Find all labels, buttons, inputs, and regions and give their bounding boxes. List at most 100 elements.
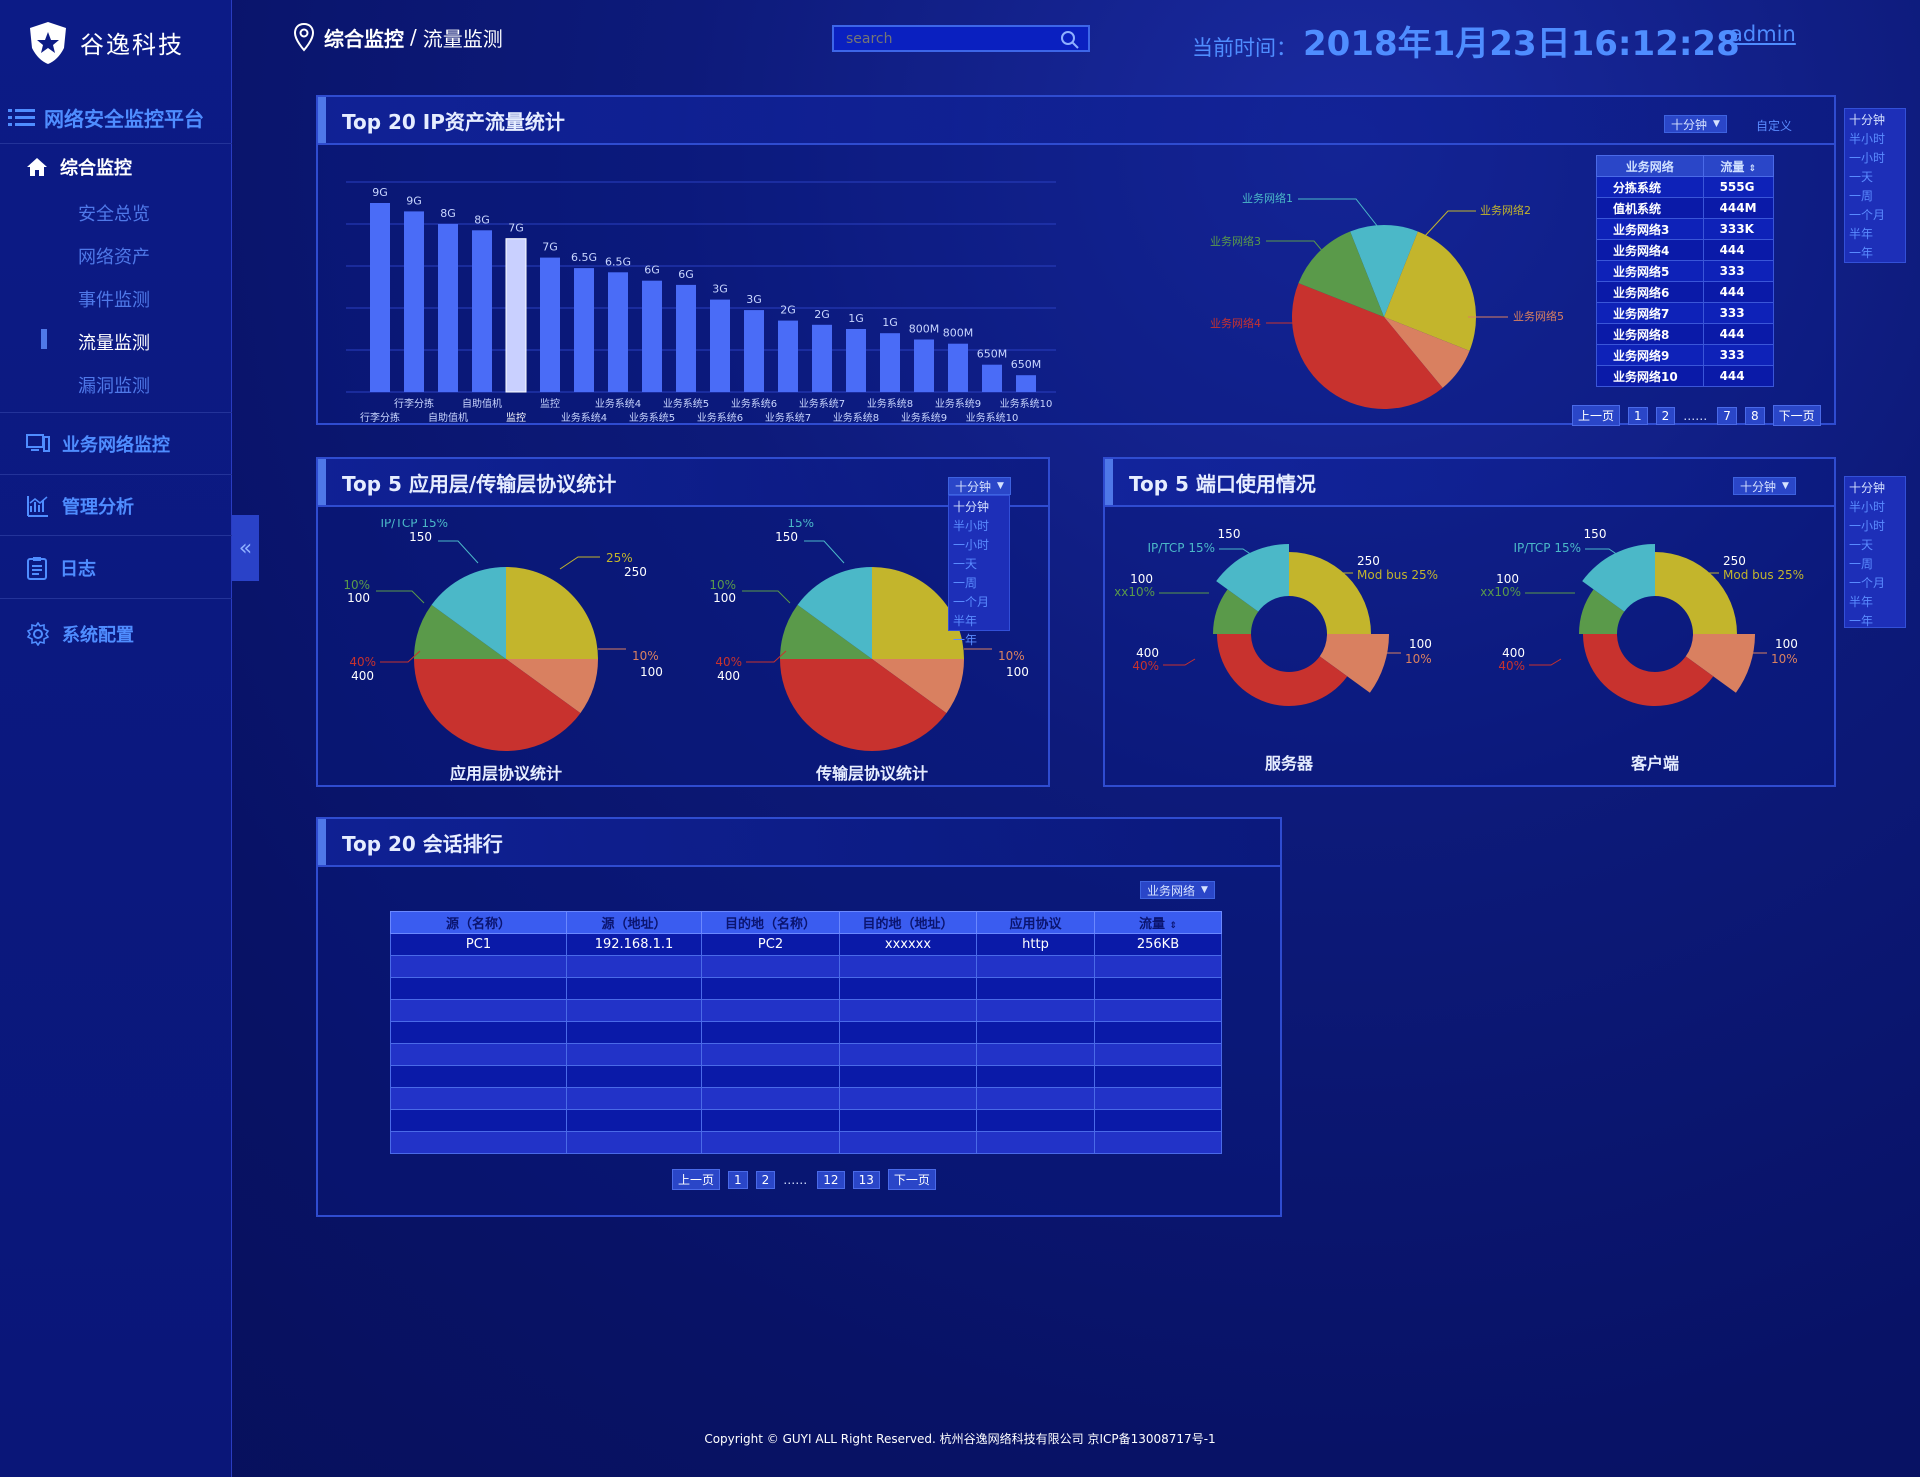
- brand-logo[interactable]: 谷逸科技: [24, 18, 184, 66]
- bar[interactable]: [404, 211, 424, 392]
- bar[interactable]: [574, 268, 594, 392]
- time-range-option[interactable]: 十分钟: [953, 498, 1005, 517]
- search-input[interactable]: [846, 30, 1046, 47]
- bar[interactable]: [880, 333, 900, 392]
- nav-section-analysis[interactable]: 管理分析: [0, 490, 232, 522]
- bar[interactable]: [914, 339, 934, 393]
- nav-item-network-assets[interactable]: 网络资产: [78, 243, 150, 269]
- search-icon[interactable]: [1060, 30, 1080, 50]
- bar[interactable]: [948, 343, 968, 392]
- time-range-option[interactable]: 一天: [1849, 536, 1901, 555]
- table-row[interactable]: [390, 1065, 1222, 1088]
- nav-section-system-config[interactable]: 系统配置: [0, 618, 232, 650]
- table-row[interactable]: 值机系统 444M: [1596, 197, 1775, 219]
- nav-item-event-monitor[interactable]: 事件监测: [78, 286, 150, 312]
- table-row[interactable]: 业务网络5 333: [1596, 260, 1775, 282]
- platform-title[interactable]: 网络安全监控平台: [0, 92, 232, 144]
- bar[interactable]: [812, 324, 832, 392]
- column-header[interactable]: 源（名称）: [390, 911, 567, 934]
- time-range-option[interactable]: 半年: [953, 612, 1005, 631]
- time-range-dropdown[interactable]: 十分钟 ▼: [1664, 115, 1727, 133]
- table-row[interactable]: [390, 1087, 1222, 1110]
- time-range-option[interactable]: 一个月: [1849, 574, 1901, 593]
- table-row[interactable]: 业务网络10 444: [1596, 365, 1775, 387]
- page-button[interactable]: 2: [755, 1170, 776, 1189]
- bar[interactable]: [370, 203, 390, 392]
- page-button[interactable]: 7: [1717, 406, 1737, 425]
- time-range-option[interactable]: 半年: [1849, 225, 1901, 244]
- table-row[interactable]: [390, 1021, 1222, 1044]
- nav-section-business-network[interactable]: 业务网络监控: [0, 428, 232, 460]
- page-button[interactable]: 1: [728, 1170, 748, 1189]
- next-page-button[interactable]: 下一页: [887, 1169, 936, 1190]
- bar[interactable]: [472, 230, 492, 392]
- custom-range-link[interactable]: 自定义: [1756, 117, 1792, 134]
- table-row[interactable]: 业务网络7 333: [1596, 302, 1775, 324]
- breadcrumb-parent[interactable]: 综合监控: [324, 23, 404, 52]
- page-button[interactable]: 1: [1628, 406, 1648, 425]
- table-row[interactable]: [390, 1131, 1222, 1154]
- column-header[interactable]: 源（地址）: [566, 911, 702, 934]
- prev-page-button[interactable]: 上一页: [1572, 405, 1621, 426]
- time-range-option[interactable]: 半小时: [1849, 498, 1901, 517]
- bar[interactable]: [744, 310, 764, 392]
- bar[interactable]: [778, 320, 798, 392]
- table-row[interactable]: 业务网络6 444: [1596, 281, 1775, 303]
- pie-slice[interactable]: [506, 567, 598, 659]
- table-row[interactable]: 业务网络8 444: [1596, 323, 1775, 345]
- time-range-option[interactable]: 一天: [1849, 168, 1901, 187]
- user-link[interactable]: admin: [1730, 22, 1796, 46]
- time-range-option[interactable]: 一年: [953, 631, 1005, 650]
- page-button[interactable]: 8: [1744, 406, 1765, 425]
- business-network-dropdown[interactable]: 业务网络 ▼: [1140, 881, 1215, 899]
- table-row[interactable]: 业务网络3 333K: [1596, 218, 1775, 240]
- column-header-sortable[interactable]: 流量 ⇕: [1094, 911, 1222, 934]
- nav-section-overview[interactable]: 综合监控: [0, 152, 232, 182]
- time-range-option[interactable]: 一年: [1849, 612, 1901, 631]
- table-row[interactable]: 业务网络4 444: [1596, 239, 1775, 261]
- table-row[interactable]: PC1 192.168.1.1 PC2 xxxxxx http 256KB: [390, 933, 1222, 956]
- time-range-option[interactable]: 一周: [1849, 187, 1901, 206]
- bar[interactable]: [982, 364, 1002, 392]
- bar[interactable]: [676, 284, 696, 392]
- bar[interactable]: [846, 329, 866, 392]
- time-range-option[interactable]: 半小时: [953, 517, 1005, 536]
- nav-item-traffic-monitor[interactable]: 流量监测: [78, 329, 150, 355]
- bar[interactable]: [540, 257, 560, 392]
- table-row[interactable]: 业务网络9 333: [1596, 344, 1775, 366]
- table-row[interactable]: [390, 999, 1222, 1022]
- time-range-option[interactable]: 一天: [953, 555, 1005, 574]
- time-range-option[interactable]: 十分钟: [1849, 479, 1901, 498]
- bar[interactable]: [438, 224, 458, 392]
- page-button[interactable]: 12: [817, 1170, 845, 1189]
- column-header-sortable[interactable]: 流量 ⇕: [1702, 155, 1775, 177]
- bar[interactable]: [642, 280, 662, 392]
- bar[interactable]: [710, 299, 730, 392]
- column-header[interactable]: 业务网络: [1596, 155, 1704, 177]
- page-button[interactable]: 2: [1655, 406, 1676, 425]
- time-range-dropdown[interactable]: 十分钟 ▼: [1733, 477, 1796, 495]
- time-range-option[interactable]: 一周: [1849, 555, 1901, 574]
- page-button[interactable]: 13: [852, 1170, 880, 1189]
- column-header[interactable]: 应用协议: [976, 911, 1095, 934]
- time-range-option[interactable]: 一小时: [1849, 517, 1901, 536]
- bar[interactable]: [1016, 375, 1036, 392]
- time-range-option[interactable]: 一小时: [1849, 149, 1901, 168]
- time-range-option[interactable]: 一周: [953, 574, 1005, 593]
- nav-item-security-overview[interactable]: 安全总览: [78, 200, 150, 226]
- time-range-option[interactable]: 一年: [1849, 244, 1901, 263]
- time-range-option[interactable]: 半年: [1849, 593, 1901, 612]
- time-range-option[interactable]: 一个月: [1849, 206, 1901, 225]
- column-header[interactable]: 目的地（地址）: [839, 911, 977, 934]
- time-range-option[interactable]: 半小时: [1849, 130, 1901, 149]
- table-row[interactable]: 分拣系统 555G: [1596, 176, 1775, 198]
- time-range-option[interactable]: 一个月: [953, 593, 1005, 612]
- prev-page-button[interactable]: 上一页: [672, 1169, 721, 1190]
- time-range-option[interactable]: 十分钟: [1849, 111, 1901, 130]
- nav-item-vuln-monitor[interactable]: 漏洞监测: [78, 372, 150, 398]
- table-row[interactable]: [390, 977, 1222, 1000]
- sidebar-collapse-button[interactable]: «: [232, 515, 259, 581]
- time-range-option[interactable]: 一小时: [953, 536, 1005, 555]
- bar[interactable]: [505, 238, 527, 393]
- next-page-button[interactable]: 下一页: [1772, 405, 1821, 426]
